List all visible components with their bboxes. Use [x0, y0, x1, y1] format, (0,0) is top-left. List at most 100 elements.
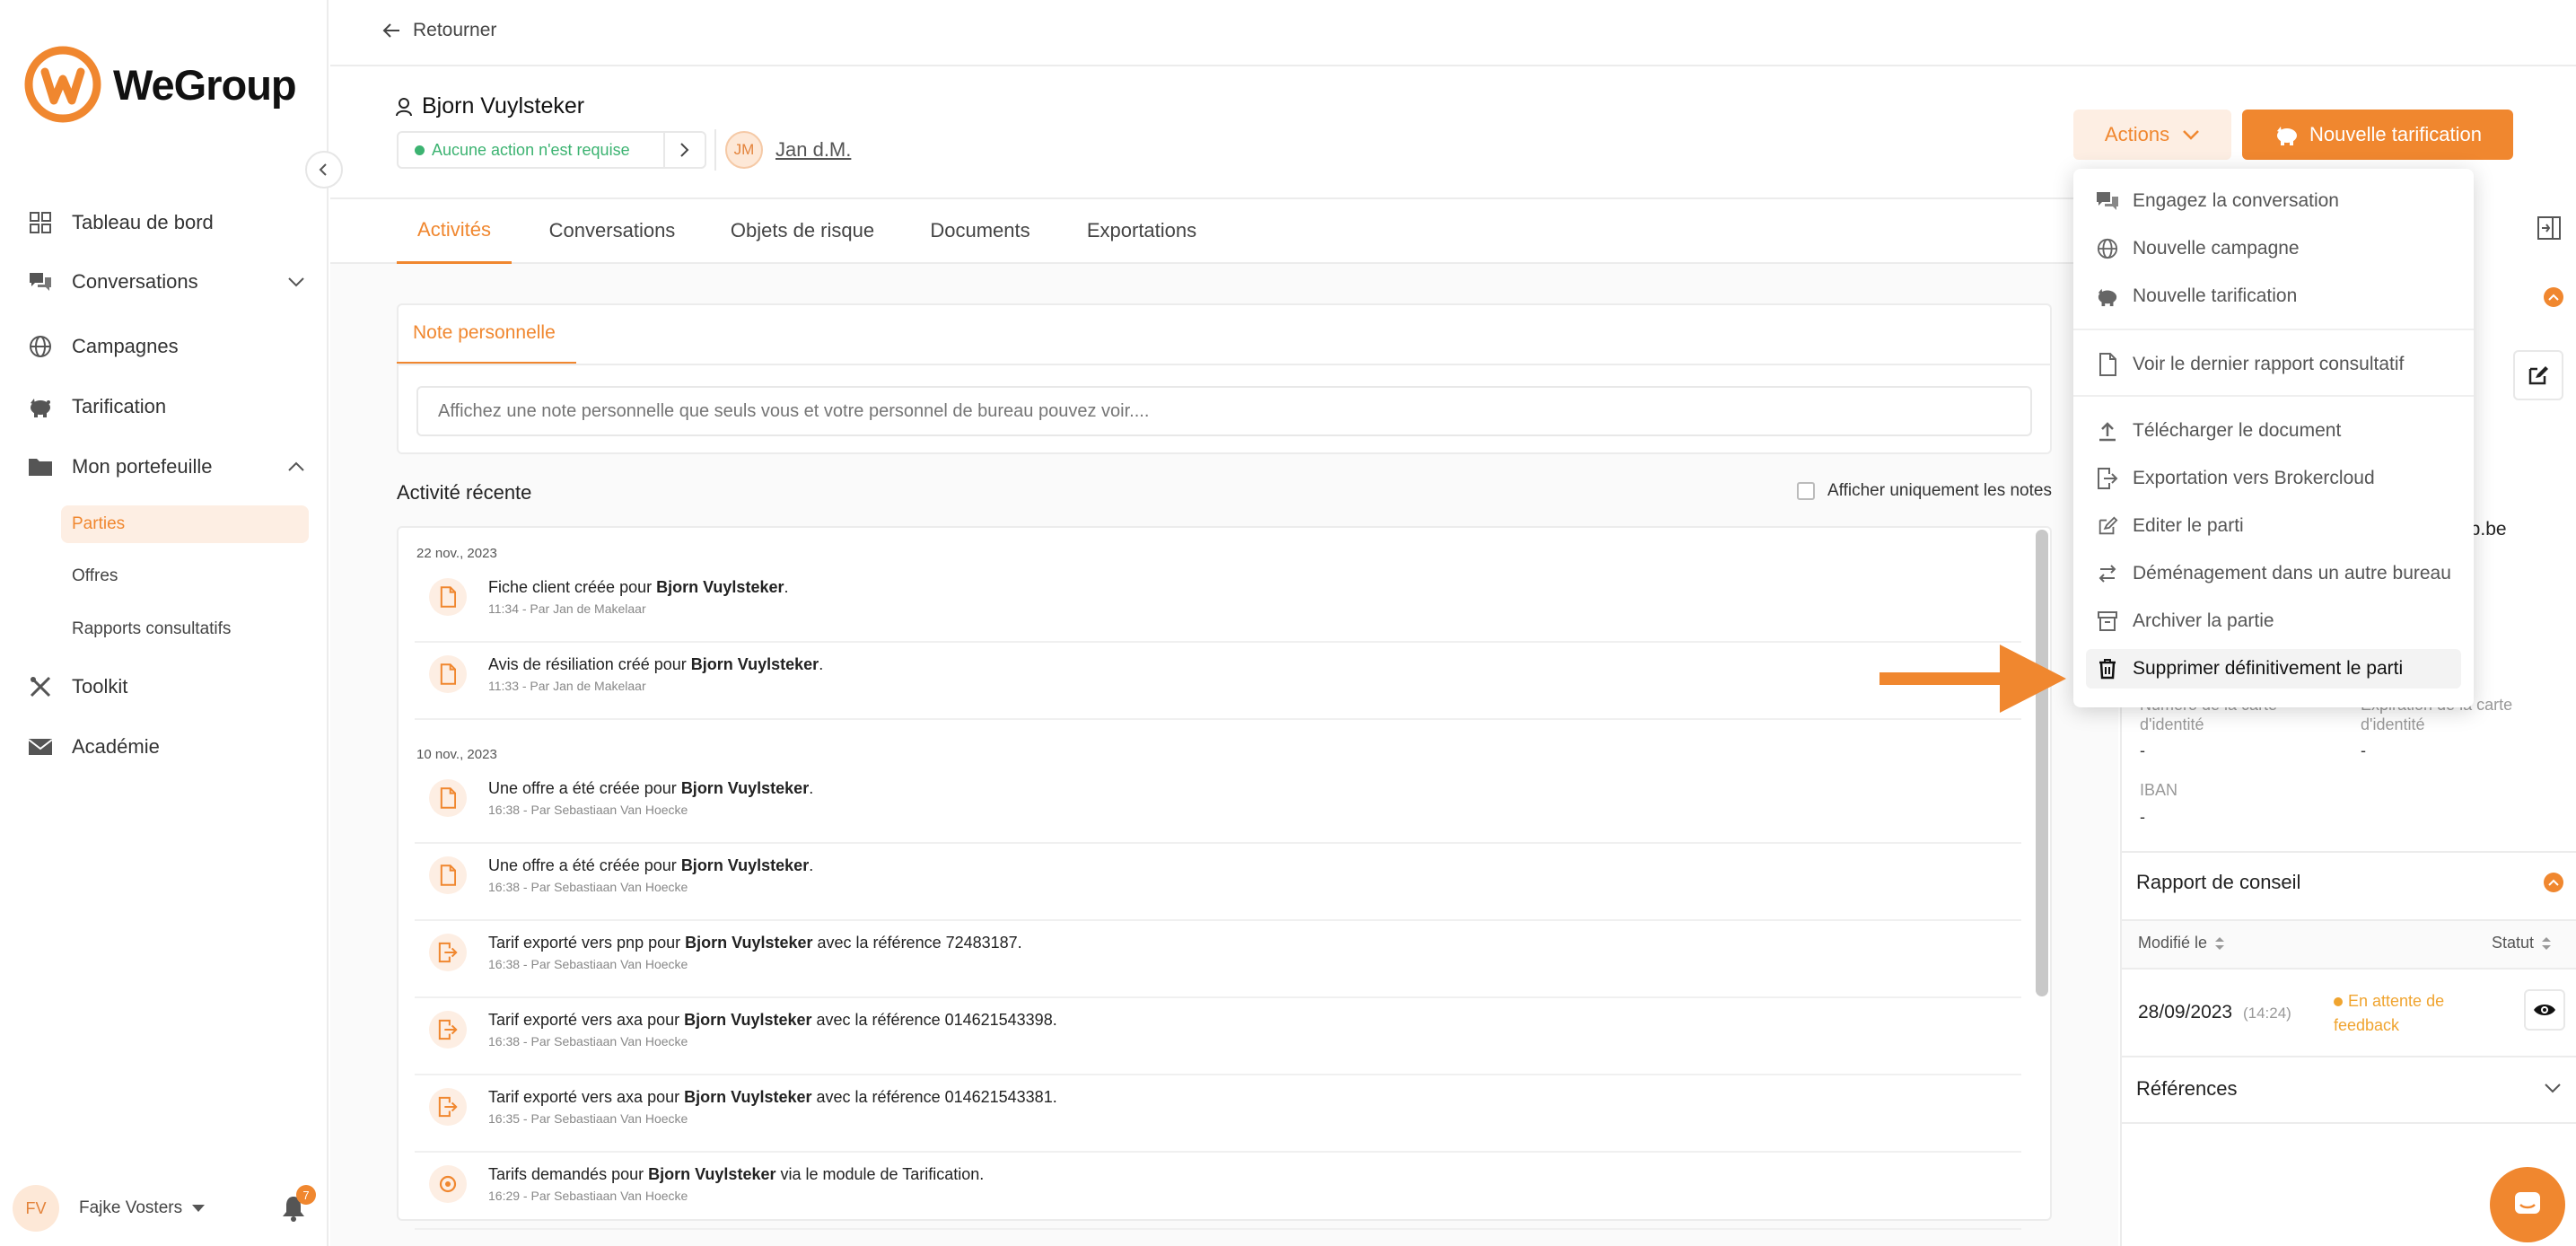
edit-button[interactable] — [2513, 350, 2563, 400]
activity-meta: 16:38 - Par Sebastiaan Van Hoecke — [488, 880, 688, 894]
only-notes-toggle[interactable]: Afficher uniquement les notes — [1797, 481, 2052, 501]
collapse-section-icon[interactable] — [2544, 287, 2563, 307]
menu-item-archive-party[interactable]: Archiver la partie — [2086, 601, 2461, 641]
back-link[interactable]: Retourner — [382, 20, 496, 41]
tab-conversations[interactable]: Conversations — [535, 197, 689, 264]
col-status-header[interactable]: Statut — [2492, 934, 2552, 952]
menu-item-new-campaign[interactable]: Nouvelle campagne — [2086, 229, 2461, 268]
view-report-button[interactable] — [2524, 989, 2565, 1031]
menu-item-upload-document[interactable]: Télécharger le document — [2086, 411, 2461, 451]
nav-tableau-de-bord[interactable]: Tableau de bord — [27, 202, 305, 243]
nav-tarification[interactable]: Tarification — [27, 386, 305, 427]
menu-item-view-last-report[interactable]: Voir le dernier rapport consultatif — [2086, 345, 2461, 384]
agent-link[interactable]: JM Jan d.M. — [714, 129, 851, 171]
col-modified-header[interactable]: Modifié le — [2138, 934, 2225, 952]
activity-meta: 11:34 - Par Jan de Makelaar — [488, 601, 646, 616]
activity-text: Une offre a été créée pour Bjorn Vuylste… — [488, 856, 814, 874]
back-label: Retourner — [413, 20, 497, 40]
user-menu[interactable]: FV Fajke Vosters — [13, 1185, 206, 1232]
note-tab[interactable]: Note personnelle — [397, 303, 576, 364]
menu-item-new-tarification[interactable]: Nouvelle tarification — [2086, 276, 2461, 316]
chevron-right-icon — [680, 143, 689, 157]
menu-item-move-office[interactable]: Déménagement dans un autre bureau — [2086, 554, 2461, 593]
client-name-link[interactable]: Bjorn Vuylsteker — [681, 779, 809, 797]
activity-row[interactable]: Tarifs demandés pour Bjorn Vuylsteker vi… — [415, 1153, 2021, 1230]
subnav-parties[interactable]: Parties — [61, 505, 309, 543]
nav-mon-portefeuille[interactable]: Mon portefeuille — [27, 446, 305, 487]
globe-icon — [2095, 236, 2120, 261]
globe-icon — [27, 333, 54, 360]
agent-name: Jan d.M. — [775, 138, 852, 161]
references-title[interactable]: Références — [2136, 1077, 2238, 1101]
export-icon — [429, 934, 467, 971]
tab-objets-de-risque[interactable]: Objets de risque — [723, 197, 881, 264]
nav-academie[interactable]: Académie — [27, 726, 305, 768]
id-expiry-value: - — [2361, 741, 2366, 759]
user-name: Fajke Vosters — [79, 1198, 183, 1217]
col-status-label: Statut — [2492, 934, 2535, 952]
activity-row[interactable]: Tarif exporté vers axa pour Bjorn Vuylst… — [415, 1075, 2021, 1153]
activity-scrollbar[interactable] — [2036, 530, 2048, 996]
nav-toolkit[interactable]: Toolkit — [27, 666, 305, 707]
new-tarification-label: Nouvelle tarification — [2309, 123, 2482, 145]
eye-icon — [2534, 1005, 2555, 1015]
wegroup-logo[interactable]: WeGroup — [23, 45, 297, 124]
client-name-link[interactable]: Bjorn Vuylsteker — [648, 1165, 775, 1183]
chevron-left-icon — [319, 163, 327, 176]
chevron-down-icon — [2183, 130, 2199, 140]
archive-icon — [2095, 609, 2120, 634]
avatar: FV — [13, 1185, 59, 1232]
activity-row[interactable]: Une offre a été créée pour Bjorn Vuylste… — [415, 844, 2021, 921]
divider — [2122, 851, 2576, 853]
collapse-sidebar-button[interactable] — [305, 151, 343, 189]
document-icon — [429, 578, 467, 616]
nav-conversations[interactable]: Conversations — [27, 261, 305, 303]
subnav-offres[interactable]: Offres — [61, 557, 309, 595]
actions-dropdown: Engagez la conversation Nouvelle campagn… — [2073, 169, 2474, 707]
nav-label: Campagnes — [72, 335, 179, 357]
refresh-icon — [429, 1165, 467, 1203]
new-tarification-button[interactable]: Nouvelle tarification — [2242, 110, 2513, 160]
chevron-up-icon — [287, 461, 305, 472]
status-badge[interactable]: Aucune action n'est requise — [397, 131, 706, 169]
client-name-link[interactable]: Bjorn Vuylsteker — [685, 934, 812, 952]
menu-item-label: Engagez la conversation — [2133, 190, 2339, 211]
personal-note-input[interactable] — [416, 386, 2032, 436]
divider — [2122, 1056, 2576, 1057]
tab-activites[interactable]: Activités — [397, 197, 512, 264]
collapse-section-icon[interactable] — [2544, 873, 2563, 892]
menu-item-edit-party[interactable]: Editer le parti — [2086, 506, 2461, 546]
tab-exportations[interactable]: Exportations — [1077, 197, 1206, 264]
mail-icon — [27, 733, 54, 760]
toggle-panel-button[interactable] — [2537, 215, 2562, 241]
menu-item-label: Voir le dernier rapport consultatif — [2133, 354, 2405, 374]
date-label: 22 nov., 2023 — [416, 546, 497, 561]
tab-documents[interactable]: Documents — [919, 197, 1041, 264]
client-name-link[interactable]: Bjorn Vuylsteker — [681, 856, 809, 874]
activity-row[interactable]: Fiche client créée pour Bjorn Vuylsteker… — [415, 566, 2021, 643]
activity-row[interactable]: Tarif exporté vers pnp pour Bjorn Vuylst… — [415, 921, 2021, 998]
status-next-button[interactable] — [663, 131, 705, 169]
activity-row[interactable]: Une offre a été créée pour Bjorn Vuylste… — [415, 767, 2021, 844]
nav-campagnes[interactable]: Campagnes — [27, 326, 305, 367]
only-notes-checkbox[interactable] — [1797, 482, 1815, 500]
client-name-link[interactable]: Bjorn Vuylsteker — [691, 655, 819, 673]
trash-icon — [2095, 656, 2120, 681]
notifications-button[interactable]: 7 — [280, 1185, 316, 1223]
client-title: Bjorn Vuylsteker — [395, 93, 584, 119]
client-name-link[interactable]: Bjorn Vuylsteker — [684, 1088, 811, 1106]
client-name-link[interactable]: Bjorn Vuylsteker — [684, 1011, 811, 1029]
menu-item-export-brokercloud[interactable]: Exportation vers Brokercloud — [2086, 459, 2461, 498]
nav-label: Académie — [72, 735, 160, 758]
nav-label: Conversations — [72, 270, 198, 293]
actions-button[interactable]: Actions — [2073, 110, 2231, 160]
subnav-rapports-consultatifs[interactable]: Rapports consultatifs — [61, 610, 309, 648]
menu-item-delete-party[interactable]: Supprimer définitivement le parti — [2086, 649, 2461, 689]
activity-row[interactable]: Avis de résiliation créé pour Bjorn Vuyl… — [415, 643, 2021, 720]
support-chat-button[interactable] — [2490, 1167, 2565, 1242]
activity-row[interactable]: Tarif exporté vers axa pour Bjorn Vuylst… — [415, 998, 2021, 1075]
chevron-down-icon[interactable] — [2544, 1083, 2562, 1093]
client-name-link[interactable]: Bjorn Vuylsteker — [656, 578, 784, 596]
menu-item-engage-conversation[interactable]: Engagez la conversation — [2086, 181, 2461, 221]
document-icon — [429, 856, 467, 894]
